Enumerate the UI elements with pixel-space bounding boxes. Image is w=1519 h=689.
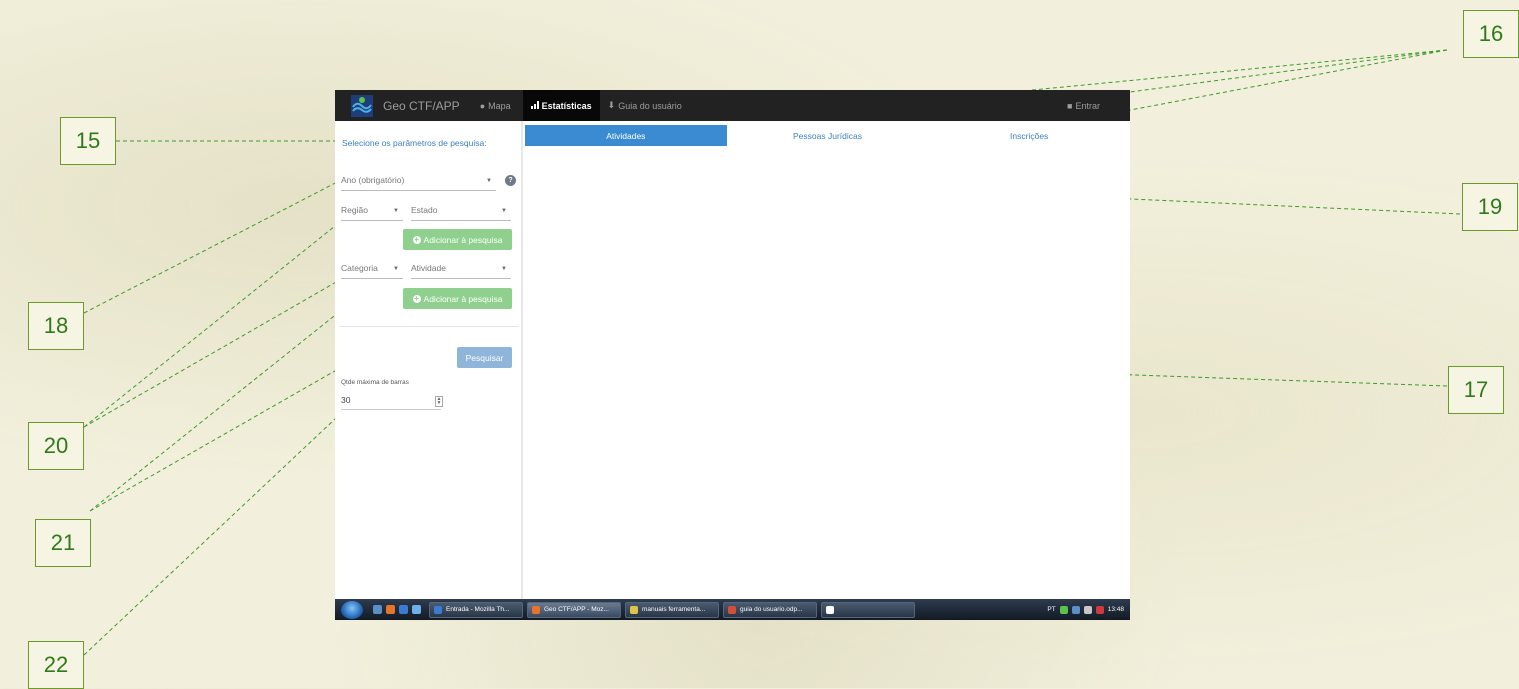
- globe-icon: ●: [479, 100, 486, 111]
- start-button[interactable]: [341, 600, 363, 619]
- chevron-down-icon: ▼: [393, 208, 399, 214]
- categoria-select-label: Categoria: [341, 263, 378, 273]
- atividade-select-label: Atividade: [411, 263, 446, 273]
- number-spinner[interactable]: ▲ ▼: [435, 396, 443, 407]
- chevron-down-icon: ▼: [393, 266, 399, 272]
- folder-icon: [630, 605, 638, 614]
- nav-mapa[interactable]: ● Mapa: [472, 90, 519, 121]
- tab-atividades[interactable]: Atividades: [525, 125, 727, 146]
- ano-select-label: Ano (obrigatório): [341, 175, 405, 185]
- task-label: Entrada - Mozilla Th...: [446, 606, 510, 613]
- tab-inscricoes[interactable]: Inscrições: [928, 125, 1130, 146]
- nav-estatisticas-label: Estatísticas: [541, 100, 592, 111]
- task-geo-ctf[interactable]: Geo CTF/APP - Moz...: [527, 601, 621, 618]
- callout-16: 16: [1463, 10, 1519, 58]
- language-indicator[interactable]: PT: [1047, 606, 1055, 613]
- nav-guia-label: Guia do usuário: [618, 100, 682, 111]
- result-tabs: Atividades Pessoas Jurídicas Inscrições: [525, 125, 1130, 146]
- firefox-icon[interactable]: [386, 605, 395, 614]
- add-category-button[interactable]: + Adicionar à pesquisa: [403, 288, 512, 309]
- sidebar-title: Selecione os parâmetros de pesquisa:: [342, 138, 487, 148]
- regiao-select-label: Região: [341, 205, 368, 215]
- ano-select[interactable]: Ano (obrigatório) ▼: [341, 175, 496, 191]
- download-icon: ⬇: [607, 100, 616, 110]
- nav-mapa-label: Mapa: [488, 100, 511, 111]
- nav-estatisticas[interactable]: Estatísticas: [522, 90, 600, 121]
- tray-volume-icon[interactable]: [1083, 605, 1092, 614]
- qtde-label: Qtde máxima de barras: [341, 379, 409, 386]
- firefox-icon: [532, 605, 540, 614]
- tray-green-icon[interactable]: [1059, 605, 1068, 614]
- ibama-logo[interactable]: [351, 94, 373, 117]
- impress-icon: [728, 605, 736, 614]
- add-region-label: Adicionar à pesquisa: [423, 234, 503, 245]
- callout-17: 17: [1448, 366, 1504, 414]
- task-label: manuais ferramenta...: [642, 606, 706, 613]
- plus-circle-icon: +: [412, 293, 421, 303]
- show-desktop-icon[interactable]: [373, 605, 382, 614]
- callout-19: 19: [1462, 183, 1518, 231]
- chevron-down-icon: ▼: [501, 266, 507, 272]
- tray-mute-icon[interactable]: [1095, 605, 1104, 614]
- qtde-input[interactable]: 30 ▲ ▼: [341, 395, 443, 410]
- categoria-select[interactable]: Categoria ▼: [341, 263, 403, 279]
- task-blank[interactable]: [821, 601, 915, 618]
- top-navbar: Geo CTF/APP ● Mapa Estatísticas ⬇ Guia d…: [335, 90, 1130, 121]
- sidebar-divider: [339, 326, 519, 327]
- login-label: Entrar: [1075, 100, 1100, 111]
- thunderbird-icon: [434, 605, 442, 614]
- windows-taskbar: Entrada - Mozilla Th... Geo CTF/APP - Mo…: [335, 599, 1130, 620]
- task-guia[interactable]: guia do usuario.odp...: [723, 601, 817, 618]
- chevron-down-icon: ▼: [501, 208, 507, 214]
- user-icon: ■: [1067, 100, 1073, 111]
- plus-circle-icon: +: [412, 234, 421, 244]
- brand-title[interactable]: Geo CTF/APP: [383, 99, 460, 113]
- search-button[interactable]: Pesquisar: [457, 347, 512, 368]
- task-label: Geo CTF/APP - Moz...: [544, 606, 609, 613]
- estado-select-label: Estado: [411, 205, 438, 215]
- clock[interactable]: 13:48: [1108, 606, 1124, 613]
- ie-icon[interactable]: [412, 605, 421, 614]
- qtde-value: 30: [341, 395, 351, 405]
- search-sidebar: Selecione os parâmetros de pesquisa: Ano…: [335, 121, 523, 601]
- tray-network-icon[interactable]: [1071, 605, 1080, 614]
- callout-20: 20: [28, 422, 84, 470]
- callout-22: 22: [28, 641, 84, 689]
- system-tray: PT 13:48: [1047, 605, 1124, 614]
- callout-21: 21: [35, 519, 91, 567]
- add-category-label: Adicionar à pesquisa: [423, 293, 503, 304]
- bar-chart-icon: [530, 100, 539, 111]
- app-screenshot: Geo CTF/APP ● Mapa Estatísticas ⬇ Guia d…: [335, 90, 1130, 620]
- add-region-button[interactable]: + Adicionar à pesquisa: [403, 229, 512, 250]
- nav-guia[interactable]: ⬇ Guia do usuário: [600, 90, 690, 121]
- help-icon[interactable]: ?: [505, 175, 516, 186]
- estado-select[interactable]: Estado ▼: [411, 205, 511, 221]
- task-manuais[interactable]: manuais ferramenta...: [625, 601, 719, 618]
- tab-pessoas-juridicas[interactable]: Pessoas Jurídicas: [727, 125, 929, 146]
- atividade-select[interactable]: Atividade ▼: [411, 263, 511, 279]
- chevron-down-icon: ▼: [486, 178, 492, 184]
- task-thunderbird[interactable]: Entrada - Mozilla Th...: [429, 601, 523, 618]
- regiao-select[interactable]: Região ▼: [341, 205, 403, 221]
- callout-18: 18: [28, 302, 84, 350]
- callout-15: 15: [60, 117, 116, 165]
- task-label: guia do usuario.odp...: [740, 606, 803, 613]
- media-icon[interactable]: [399, 605, 408, 614]
- login-link[interactable]: ■ Entrar: [1067, 101, 1100, 111]
- document-icon: [826, 605, 834, 614]
